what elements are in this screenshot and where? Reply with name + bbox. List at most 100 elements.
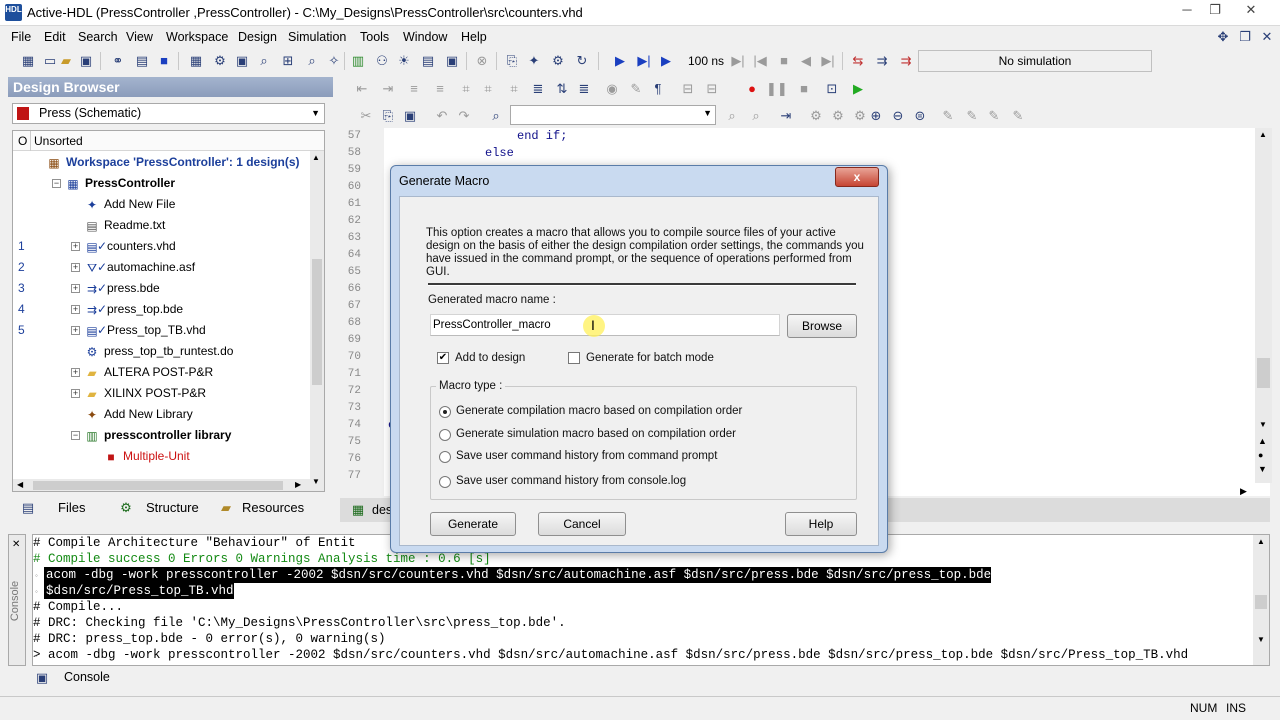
wand-icon[interactable]: ✧: [326, 53, 342, 69]
menu-window[interactable]: Window: [403, 30, 447, 44]
rewind-icon[interactable]: |◀: [752, 53, 768, 69]
bookmark-dot-icon[interactable]: ●: [1258, 450, 1263, 460]
generate-button[interactable]: Generate: [430, 512, 516, 536]
cancel-button[interactable]: Cancel: [538, 512, 626, 536]
tab-files[interactable]: Files: [58, 500, 85, 515]
expander-icon[interactable]: +: [71, 263, 80, 272]
stop-icon[interactable]: ⊗: [474, 53, 490, 69]
scroll-right-icon[interactable]: ▶: [295, 480, 301, 489]
menu-help[interactable]: Help: [461, 30, 487, 44]
pin-icon[interactable]: ✎: [940, 108, 956, 124]
tab-structure[interactable]: Structure: [146, 500, 199, 515]
expander-icon[interactable]: +: [71, 242, 80, 251]
continue-icon[interactable]: ▶: [850, 81, 866, 97]
compile-all-icon[interactable]: ⚙: [212, 53, 228, 69]
console-output[interactable]: # Compile Architecture "Behaviour" of En…: [32, 534, 1270, 666]
bookmark-prev-icon[interactable]: ⌗: [506, 81, 522, 97]
scroll-thumb[interactable]: [1255, 595, 1267, 609]
new-file-icon[interactable]: ▭: [42, 53, 58, 69]
add-to-design-checkbox[interactable]: ✔: [437, 352, 449, 364]
tab-resources[interactable]: Resources: [242, 500, 304, 515]
scroll-up-icon[interactable]: ▲: [1259, 130, 1267, 139]
undo-icon[interactable]: ↶: [434, 108, 450, 124]
macro-type-radio-1[interactable]: [439, 406, 451, 418]
tree-item[interactable]: − ▦ PressController: [13, 173, 308, 194]
restore-doc-icon[interactable]: ❐: [1237, 29, 1253, 45]
macro-type-radio-2[interactable]: [439, 429, 451, 441]
console-tab[interactable]: ▣ Console: [32, 667, 132, 689]
list-icon[interactable]: ≣: [530, 81, 546, 97]
scroll-down-icon[interactable]: ▼: [1259, 420, 1267, 429]
expander-icon[interactable]: +: [71, 284, 80, 293]
outdent-icon[interactable]: ⇥: [380, 81, 396, 97]
save-icon[interactable]: ▣: [78, 53, 94, 69]
block-icon[interactable]: ■: [156, 53, 172, 69]
dec-icon[interactable]: ⊞: [280, 53, 296, 69]
scroll-thumb[interactable]: [312, 259, 322, 385]
scroll-left-icon[interactable]: ◀: [17, 480, 23, 489]
batch-mode-checkbox[interactable]: [568, 352, 580, 364]
tree-item[interactable]: ✦ Add New File: [13, 194, 308, 215]
hierarchy-icon[interactable]: ⚭: [110, 53, 126, 69]
expander-icon[interactable]: +: [71, 389, 80, 398]
gear-icon[interactable]: ⚙: [808, 108, 824, 124]
format-icon[interactable]: ⊟: [680, 81, 696, 97]
forward-icon[interactable]: ▶|: [820, 53, 836, 69]
binoculars-icon[interactable]: ⌕: [488, 108, 504, 124]
breakpoint-icon[interactable]: ●: [744, 81, 760, 97]
bookmark-down-icon[interactable]: ▼: [1258, 464, 1267, 474]
signal-out-icon[interactable]: ⇉: [874, 53, 890, 69]
macro-type-radio-4[interactable]: [439, 476, 451, 488]
copy-icon[interactable]: ⎘: [380, 108, 396, 124]
library-manager-icon[interactable]: ▦: [188, 53, 204, 69]
tree-item[interactable]: 4 + ⇉ ✓ press_top.bde: [13, 299, 308, 320]
uncomment-icon[interactable]: ≡: [432, 81, 448, 97]
redo-icon[interactable]: ↷: [456, 108, 472, 124]
pin2-icon[interactable]: ✎: [964, 108, 980, 124]
goto-icon[interactable]: ⇥: [778, 108, 794, 124]
tree-item[interactable]: 2 + ⛛ ✓ automachine.asf: [13, 257, 308, 278]
expander-icon[interactable]: +: [71, 326, 80, 335]
help-button[interactable]: Help: [785, 512, 857, 536]
tree-item[interactable]: − ▥ presscontroller library: [13, 425, 308, 446]
menu-design[interactable]: Design: [238, 30, 277, 44]
minimize-button[interactable]: ─: [1172, 1, 1202, 21]
menu-tools[interactable]: Tools: [360, 30, 389, 44]
zoom-fit-icon[interactable]: ⊜: [912, 108, 928, 124]
paragraph-icon[interactable]: ¶: [650, 81, 666, 97]
tree-item[interactable]: ▦ Workspace 'PressController': 1 design(s…: [13, 152, 308, 173]
menu-view[interactable]: View: [126, 30, 153, 44]
tree-item[interactable]: ✦ Add New Library: [13, 404, 308, 425]
expander-icon[interactable]: −: [52, 179, 61, 188]
scroll-up-icon[interactable]: ▲: [1257, 537, 1265, 546]
step-icon[interactable]: ⎘: [504, 53, 520, 69]
tree-item[interactable]: ■ Multiple-Unit: [13, 446, 308, 467]
tree-item[interactable]: ▤ Readme.txt: [13, 215, 308, 236]
step-forward-icon[interactable]: ▶|: [730, 53, 746, 69]
macro-name-input[interactable]: PressController_macro I: [430, 314, 780, 337]
compile-icon[interactable]: ▤: [134, 53, 150, 69]
menu-workspace[interactable]: Workspace: [166, 30, 228, 44]
expander-icon[interactable]: +: [71, 368, 80, 377]
pin3-icon[interactable]: ✎: [986, 108, 1002, 124]
tree-item[interactable]: + ▰ ALTERA POST-P&R: [13, 362, 308, 383]
open-folder-icon[interactable]: ▰: [58, 53, 74, 69]
dialog-close-button[interactable]: x: [835, 167, 879, 187]
gear3-icon[interactable]: ⚙: [852, 108, 868, 124]
trace-log-icon[interactable]: ⊡: [824, 81, 840, 97]
close-icon[interactable]: ✕: [12, 539, 20, 550]
bulb-icon[interactable]: ☀: [396, 53, 412, 69]
expander-icon[interactable]: −: [71, 431, 80, 440]
sim-time-field[interactable]: 100 ns: [688, 54, 724, 68]
macro-type-radio-3[interactable]: [439, 451, 451, 463]
bookmark-icon[interactable]: ⌗: [458, 81, 474, 97]
tree-item[interactable]: 5 + ▤ ✓ Press_top_TB.vhd: [13, 320, 308, 341]
tree-item[interactable]: 3 + ⇉ ✓ press.bde: [13, 278, 308, 299]
menu-simulation[interactable]: Simulation: [288, 30, 346, 44]
move-icon[interactable]: ✥: [1215, 29, 1231, 45]
pause-icon[interactable]: ❚❚: [766, 81, 788, 97]
zoom-in-icon[interactable]: ⊕: [868, 108, 884, 124]
signal-del-icon[interactable]: ⇉: [898, 53, 914, 69]
signal-in-icon[interactable]: ⇆: [850, 53, 866, 69]
tree-vscroll[interactable]: ▲ ▼: [310, 151, 324, 491]
